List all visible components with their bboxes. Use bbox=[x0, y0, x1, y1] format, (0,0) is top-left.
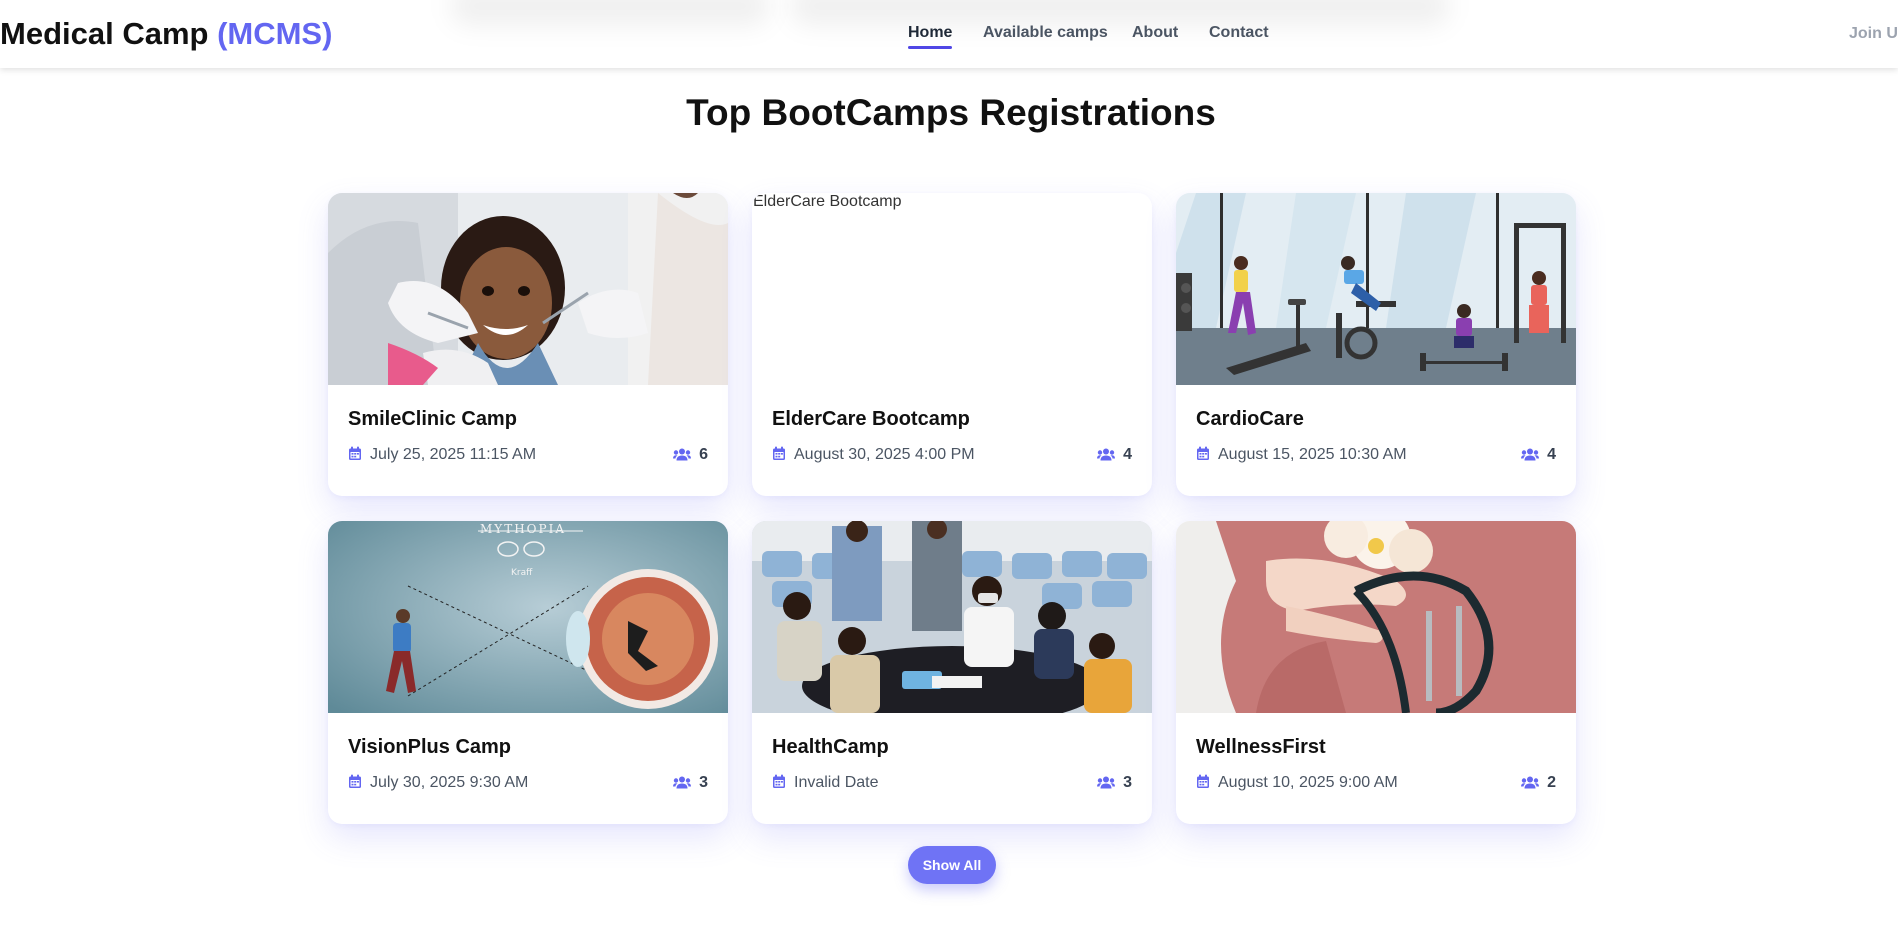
users-icon bbox=[673, 776, 692, 789]
participant-count: 4 bbox=[1097, 446, 1132, 464]
users-icon bbox=[1521, 448, 1540, 461]
camp-date-text: July 25, 2025 11:15 AM bbox=[370, 446, 537, 463]
camp-title: SmileClinic Camp bbox=[348, 408, 517, 430]
users-icon bbox=[1097, 448, 1116, 461]
card-body: VisionPlus Camp July 30, 2025 9:30 AM 3 bbox=[348, 736, 708, 791]
nav-shadow-decoration bbox=[790, 0, 1450, 26]
nav-shadow-decoration bbox=[450, 0, 770, 26]
camp-date-text: July 30, 2025 9:30 AM bbox=[370, 774, 529, 791]
show-all-button[interactable]: Show All bbox=[908, 846, 996, 884]
users-icon bbox=[1521, 776, 1540, 789]
join-us-link[interactable]: Join Us bbox=[1849, 25, 1898, 43]
camp-date-text: August 15, 2025 10:30 AM bbox=[1218, 446, 1407, 463]
camp-title: ElderCare Bootcamp bbox=[772, 408, 970, 430]
eye-optics-image: MYTHOPIA Kraff bbox=[328, 521, 728, 713]
card-body: CardioCare August 15, 2025 10:30 AM 4 bbox=[1196, 408, 1556, 463]
camp-title: CardioCare bbox=[1196, 408, 1304, 430]
dental-checkup-image bbox=[328, 193, 728, 385]
card-body: ElderCare Bootcamp August 30, 2025 4:00 … bbox=[772, 408, 1132, 463]
participant-count: 4 bbox=[1521, 446, 1556, 464]
participant-count: 6 bbox=[673, 446, 708, 464]
camp-date: August 15, 2025 10:30 AM bbox=[1196, 446, 1407, 464]
camp-meta: August 30, 2025 4:00 PM 4 bbox=[772, 446, 1132, 466]
camp-card[interactable]: CardioCare August 15, 2025 10:30 AM 4 bbox=[1176, 193, 1576, 496]
participant-count: 3 bbox=[1097, 774, 1132, 792]
brand-logo[interactable]: Medical Camp (MCMS) bbox=[0, 16, 332, 52]
camp-date-text: August 10, 2025 9:00 AM bbox=[1218, 774, 1398, 791]
camp-title: WellnessFirst bbox=[1196, 736, 1326, 758]
card-body: HealthCamp Invalid Date 3 bbox=[772, 736, 1132, 791]
users-icon bbox=[1097, 776, 1116, 789]
brand-abbreviation: (MCMS) bbox=[217, 16, 333, 51]
nav-about[interactable]: About bbox=[1132, 24, 1178, 42]
camp-date: August 10, 2025 9:00 AM bbox=[1196, 774, 1398, 792]
camp-card[interactable]: WellnessFirst August 10, 2025 9:00 AM 2 bbox=[1176, 521, 1576, 824]
card-body: SmileClinic Camp July 25, 2025 11:15 AM … bbox=[348, 408, 708, 463]
svg-text:Kraff: Kraff bbox=[511, 568, 533, 578]
camp-date-text: August 30, 2025 4:00 PM bbox=[794, 446, 975, 463]
camp-date: July 25, 2025 11:15 AM bbox=[348, 446, 536, 464]
camp-meta: Invalid Date 3 bbox=[772, 774, 1132, 794]
svg-text:MYTHOPIA: MYTHOPIA bbox=[480, 522, 566, 536]
card-body: WellnessFirst August 10, 2025 9:00 AM 2 bbox=[1196, 736, 1556, 791]
camp-title: HealthCamp bbox=[772, 736, 889, 758]
gym-illustration-image bbox=[1176, 193, 1576, 385]
participant-count-value: 3 bbox=[699, 774, 708, 791]
participant-count-value: 2 bbox=[1547, 774, 1556, 791]
health-camp-image bbox=[752, 521, 1152, 713]
camp-card[interactable]: SmileClinic Camp July 25, 2025 11:15 AM … bbox=[328, 193, 728, 496]
broken-image: ElderCare Bootcamp bbox=[752, 193, 1152, 385]
participant-count-value: 4 bbox=[1547, 446, 1556, 463]
image-alt-text: ElderCare Bootcamp bbox=[753, 193, 902, 210]
section-title: Top BootCamps Registrations bbox=[686, 92, 1216, 133]
camp-date-text: Invalid Date bbox=[794, 774, 879, 791]
camp-date: Invalid Date bbox=[772, 774, 879, 792]
navbar: Medical Camp (MCMS) Home Available camps… bbox=[0, 0, 1898, 68]
nav-home[interactable]: Home bbox=[908, 24, 953, 49]
participant-count-value: 3 bbox=[1123, 774, 1132, 791]
camp-card[interactable]: HealthCamp Invalid Date 3 bbox=[752, 521, 1152, 824]
camp-card[interactable]: MYTHOPIA Kraff VisionPlus Camp July 30, … bbox=[328, 521, 728, 824]
participant-count: 2 bbox=[1521, 774, 1556, 792]
calendar-icon bbox=[773, 446, 785, 460]
nav-available-camps[interactable]: Available camps bbox=[983, 24, 1108, 42]
calendar-icon bbox=[349, 446, 361, 460]
participant-count-value: 6 bbox=[699, 446, 708, 463]
calendar-icon bbox=[773, 774, 785, 788]
camp-date: August 30, 2025 4:00 PM bbox=[772, 446, 975, 464]
camp-card[interactable]: ElderCare Bootcamp ElderCare Bootcamp Au… bbox=[752, 193, 1152, 496]
camp-meta: August 15, 2025 10:30 AM 4 bbox=[1196, 446, 1556, 466]
camp-date: July 30, 2025 9:30 AM bbox=[348, 774, 528, 792]
users-icon bbox=[673, 448, 692, 461]
participant-count-value: 4 bbox=[1123, 446, 1132, 463]
stethoscope-image bbox=[1176, 521, 1576, 713]
calendar-icon bbox=[349, 774, 361, 788]
nav-contact[interactable]: Contact bbox=[1209, 24, 1269, 42]
participant-count: 3 bbox=[673, 774, 708, 792]
calendar-icon bbox=[1197, 774, 1209, 788]
camp-meta: July 25, 2025 11:15 AM 6 bbox=[348, 446, 708, 466]
camp-title: VisionPlus Camp bbox=[348, 736, 512, 758]
brand-name: Medical Camp bbox=[0, 16, 218, 51]
camp-meta: July 30, 2025 9:30 AM 3 bbox=[348, 774, 708, 794]
camp-meta: August 10, 2025 9:00 AM 2 bbox=[1196, 774, 1556, 794]
calendar-icon bbox=[1197, 446, 1209, 460]
